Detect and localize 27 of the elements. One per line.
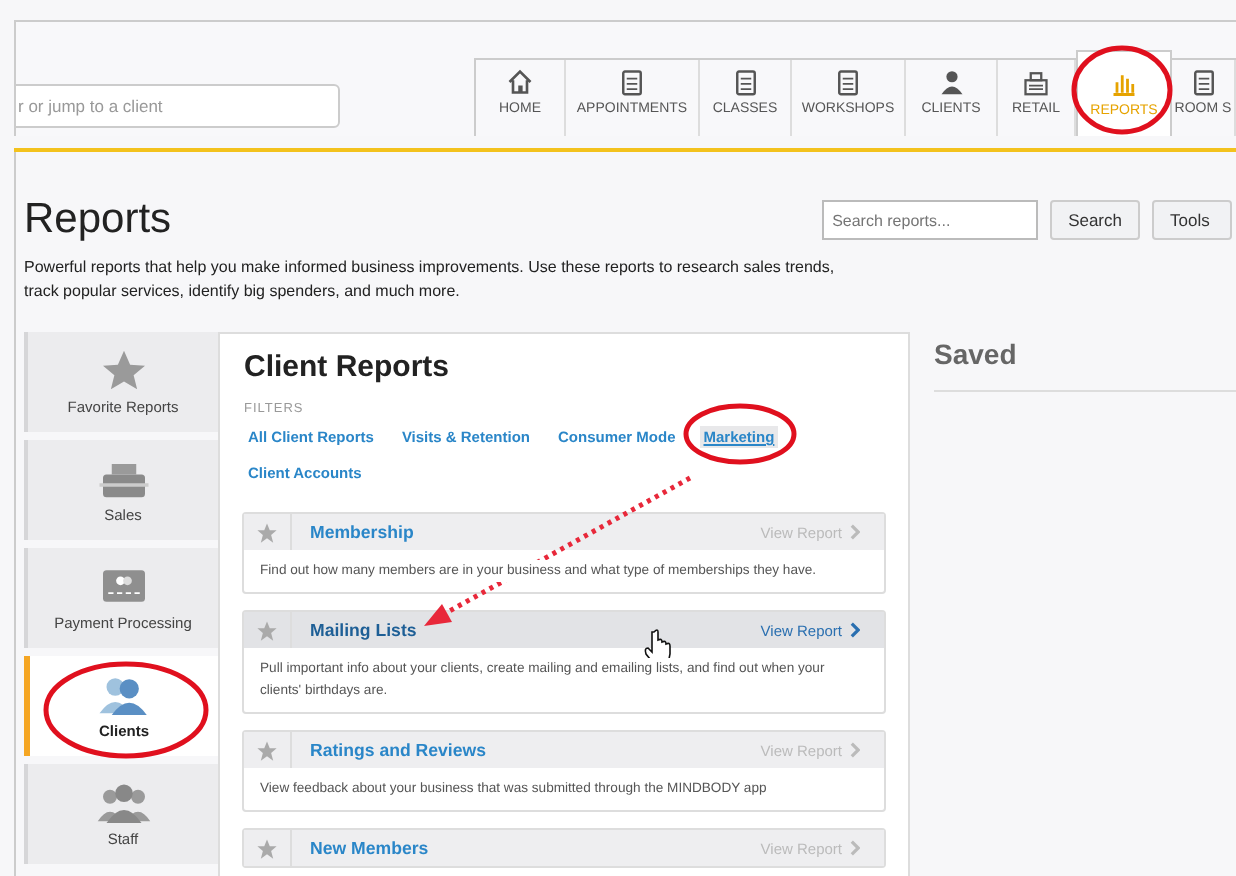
chevron-icon bbox=[850, 840, 860, 856]
report-title[interactable]: Mailing Lists bbox=[310, 620, 749, 640]
star-icon bbox=[256, 739, 278, 761]
annotation-circle bbox=[683, 403, 797, 465]
list-icon bbox=[834, 68, 862, 96]
client-search-field[interactable]: r or jump to a client bbox=[16, 84, 340, 128]
page-description: Powerful reports that help you make informed business improvements. Use these reports to research sales trends, track popular services, identify big spenders, and much more. bbox=[24, 256, 837, 304]
people-icon bbox=[96, 672, 152, 716]
chevron-icon bbox=[850, 524, 860, 540]
chevron-icon bbox=[850, 622, 860, 638]
people-icon bbox=[95, 780, 151, 824]
star-icon bbox=[256, 619, 278, 641]
search-button[interactable]: Search bbox=[1050, 200, 1140, 240]
saved-title: Saved bbox=[934, 338, 1019, 370]
chevron-icon bbox=[850, 742, 860, 758]
panel-title: Client Reports bbox=[244, 350, 452, 384]
register-icon bbox=[1022, 68, 1050, 96]
list-icon bbox=[731, 68, 759, 96]
star-icon bbox=[256, 521, 278, 543]
tools-button[interactable]: Tools bbox=[1152, 200, 1232, 240]
star-icon bbox=[256, 837, 278, 859]
person-icon bbox=[937, 68, 965, 96]
report-search-field[interactable]: Search reports... bbox=[822, 200, 1039, 240]
bar-chart-icon bbox=[1110, 70, 1138, 98]
home-icon bbox=[506, 68, 534, 96]
page-title: Reports bbox=[24, 196, 172, 244]
annotation-circle bbox=[1071, 45, 1173, 135]
